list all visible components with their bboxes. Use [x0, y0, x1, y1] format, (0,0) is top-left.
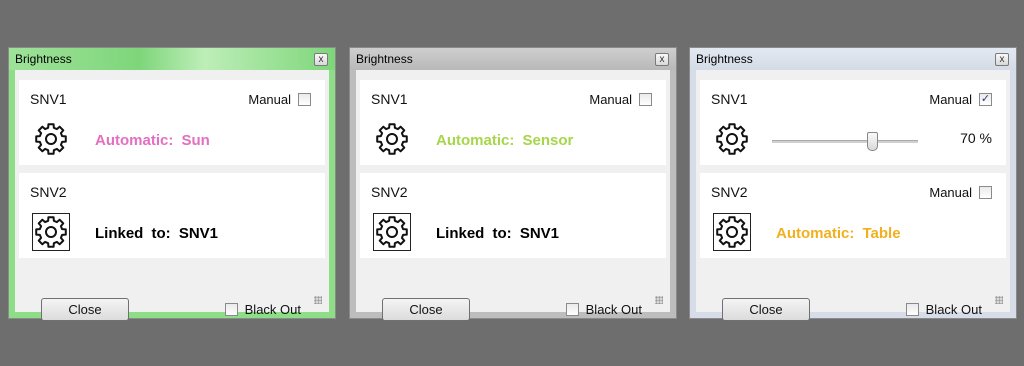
manual-checkbox[interactable] [639, 93, 652, 106]
dialog-titlebar[interactable]: Brightness [690, 48, 1016, 70]
manual-checkbox[interactable] [979, 186, 992, 199]
snv2-panel: SNV2 Linked to: SNV1 [360, 173, 666, 258]
snv2-manual-toggle[interactable]: Manual [929, 185, 992, 200]
brightness-dialog-1: Brightness x SNV1 Manual Automatic: Sun … [8, 47, 336, 321]
snv2-label: SNV2 [30, 184, 67, 200]
manual-label: Manual [248, 92, 291, 107]
resize-grip[interactable] [314, 296, 322, 304]
dialog-client-area: SNV1 Manual Automatic: Sun SNV2 Linked t… [15, 70, 329, 321]
gear-icon[interactable] [373, 120, 411, 158]
snv1-panel: SNV1 Manual Automatic: Sensor [360, 80, 666, 165]
gear-icon[interactable] [32, 213, 70, 251]
blackout-toggle[interactable]: Black Out [565, 302, 642, 317]
snv2-panel: SNV2 Manual Automatic: Table [700, 173, 1006, 258]
blackout-toggle[interactable]: Black Out [905, 302, 982, 317]
close-window-icon[interactable]: x [655, 53, 669, 66]
window-frame [329, 70, 335, 318]
brightness-dialog-3: Brightness x SNV1 Manual ✓ 70 % SNV2 Man… [689, 47, 1017, 321]
close-window-icon[interactable]: x [995, 53, 1009, 66]
brightness-slider[interactable] [772, 132, 918, 151]
snv2-label: SNV2 [711, 184, 748, 200]
dialog-client-area: SNV1 Manual ✓ 70 % SNV2 Manual Automatic… [696, 70, 1010, 321]
snv1-panel: SNV1 Manual Automatic: Sun [19, 80, 325, 165]
gear-icon[interactable] [713, 213, 751, 251]
blackout-label: Black Out [925, 302, 982, 317]
manual-checkbox[interactable]: ✓ [979, 93, 992, 106]
resize-grip[interactable] [655, 296, 663, 304]
snv1-label: SNV1 [371, 91, 408, 107]
manual-checkbox[interactable] [298, 93, 311, 106]
blackout-checkbox[interactable] [565, 303, 579, 316]
dialog-title: Brightness [696, 52, 753, 66]
slider-thumb[interactable] [866, 132, 878, 151]
status-text: Linked to: SNV1 [95, 225, 219, 242]
manual-label: Manual [589, 92, 632, 107]
status-text: Automatic: Sun [95, 132, 210, 149]
snv1-manual-toggle[interactable]: Manual [248, 92, 311, 107]
brightness-dialog-2: Brightness x SNV1 Manual Automatic: Sens… [349, 47, 677, 321]
blackout-label: Black Out [244, 302, 301, 317]
brightness-percent: 70 % [960, 130, 992, 146]
snv1-panel: SNV1 Manual ✓ 70 % [700, 80, 1006, 165]
close-window-icon[interactable]: x [314, 53, 328, 66]
blackout-toggle[interactable]: Black Out [224, 302, 301, 317]
close-button[interactable]: Close [382, 298, 470, 321]
snv1-manual-toggle[interactable]: Manual ✓ [929, 92, 992, 107]
manual-label: Manual [929, 92, 972, 107]
dialog-titlebar[interactable]: Brightness [9, 48, 335, 70]
window-frame [670, 70, 676, 318]
blackout-checkbox[interactable] [905, 303, 919, 316]
window-frame [1010, 70, 1016, 318]
gear-icon[interactable] [373, 213, 411, 251]
status-text: Automatic: Sensor [436, 132, 574, 149]
snv2-panel: SNV2 Linked to: SNV1 [19, 173, 325, 258]
dialog-title: Brightness [356, 52, 413, 66]
status-text: Linked to: SNV1 [436, 225, 560, 242]
gear-icon[interactable] [32, 120, 70, 158]
gear-icon[interactable] [713, 120, 751, 158]
status-text: Automatic: Table [776, 225, 901, 242]
resize-grip[interactable] [995, 296, 1003, 304]
snv2-label: SNV2 [371, 184, 408, 200]
snv1-label: SNV1 [30, 91, 67, 107]
close-button[interactable]: Close [722, 298, 810, 321]
dialog-title: Brightness [15, 52, 72, 66]
snv1-manual-toggle[interactable]: Manual [589, 92, 652, 107]
blackout-checkbox[interactable] [224, 303, 238, 316]
dialog-titlebar[interactable]: Brightness [350, 48, 676, 70]
manual-label: Manual [929, 185, 972, 200]
close-button[interactable]: Close [41, 298, 129, 321]
snv1-label: SNV1 [711, 91, 748, 107]
blackout-label: Black Out [585, 302, 642, 317]
dialog-client-area: SNV1 Manual Automatic: Sensor SNV2 Linke… [356, 70, 670, 321]
